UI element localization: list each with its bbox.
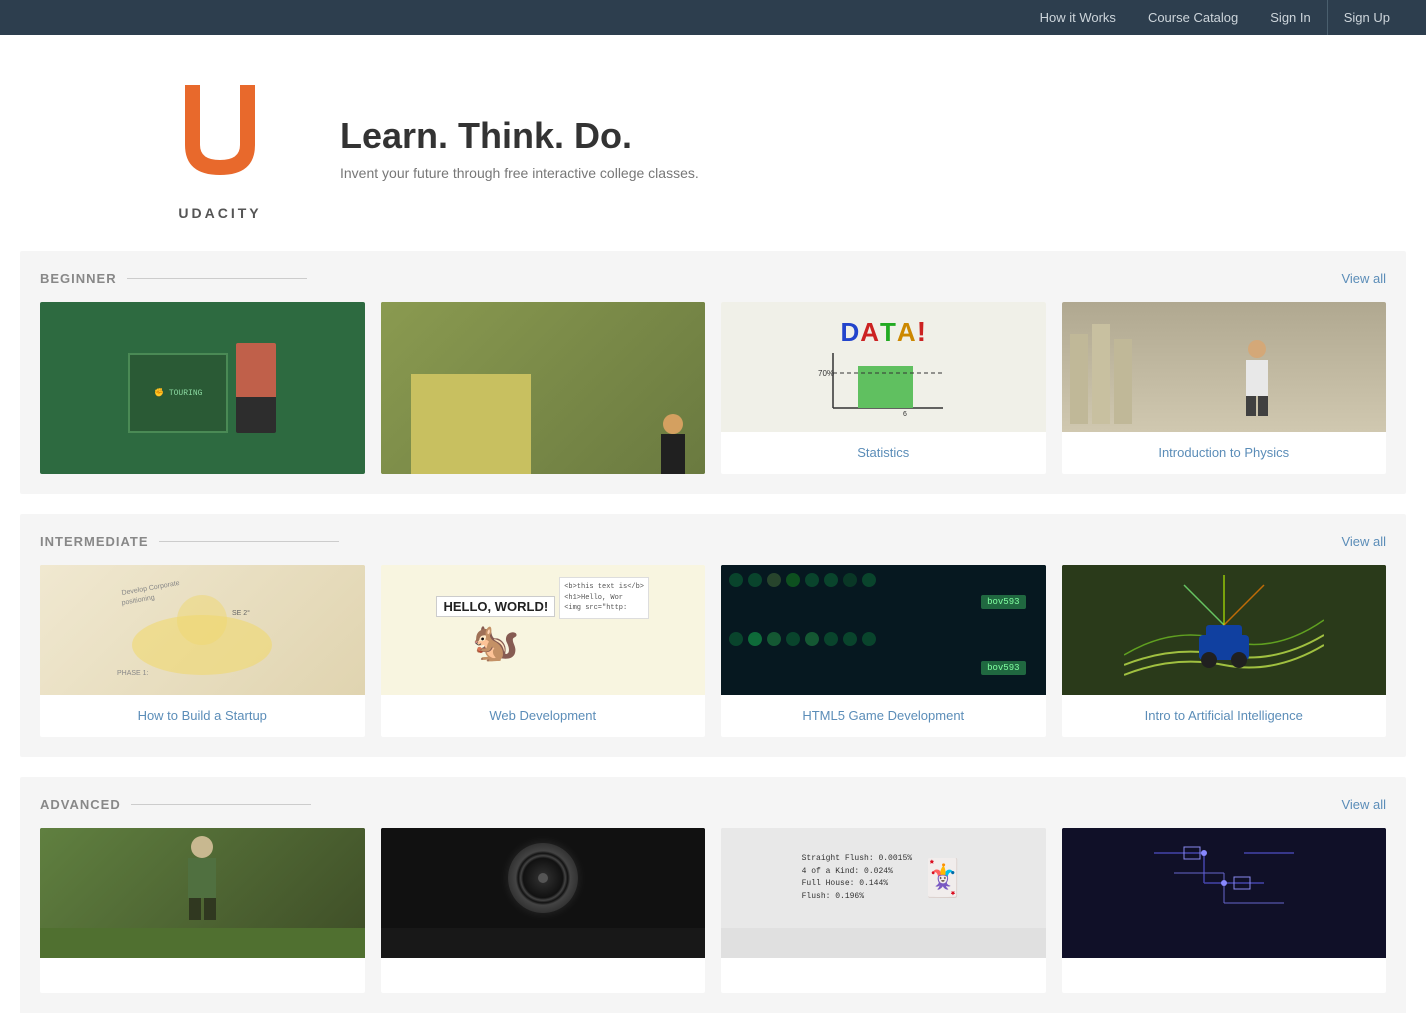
course-card-ai[interactable]: Intro to Artificial Intelligence (1062, 565, 1387, 737)
course-name-physics: Introduction to Physics (1062, 432, 1387, 474)
beginner-header: BEGINNER View all (40, 271, 1386, 286)
course-card-physics[interactable]: Introduction to Physics (1062, 302, 1387, 474)
course-card-cs[interactable]: ✊ TOURING Intro to Computer Science (40, 302, 365, 474)
course-card-adv3[interactable]: Straight Flush: 0.0015% 4 of a Kind: 0.0… (721, 828, 1046, 992)
course-card-webdev[interactable]: HELLO, WORLD! 🐿️ <b>this text is</b> <h1… (381, 565, 706, 737)
course-card-algebra[interactable]: College Algebra (381, 302, 706, 474)
hero-section: UDACITY Learn. Think. Do. Invent your fu… (0, 35, 1426, 251)
intermediate-title: INTERMEDIATE (40, 534, 339, 549)
course-card-startup[interactable]: Develop Corporate positioning SE 2° PHAS… (40, 565, 365, 737)
intermediate-view-all[interactable]: View all (1341, 534, 1386, 549)
beginner-view-all[interactable]: View all (1341, 271, 1386, 286)
intermediate-section: INTERMEDIATE View all Develop Corporate … (20, 514, 1406, 757)
nav-sign-in[interactable]: Sign In (1254, 0, 1326, 35)
course-card-stats[interactable]: D A T A ! 70% 6 Statist (721, 302, 1046, 474)
beginner-title: BEGINNER (40, 271, 307, 286)
nav-course-catalog[interactable]: Course Catalog (1132, 0, 1254, 35)
course-name-stats: Statistics (721, 432, 1046, 474)
hero-subtitle: Invent your future through free interact… (340, 165, 699, 181)
course-name-ai: Intro to Artificial Intelligence (1062, 695, 1387, 737)
course-name-html5: HTML5 Game Development (721, 695, 1046, 737)
course-card-adv2[interactable] (381, 828, 706, 992)
logo-name: UDACITY (178, 205, 261, 221)
beginner-course-grid: ✊ TOURING Intro to Computer Science (40, 302, 1386, 474)
course-name-adv2 (381, 958, 706, 992)
course-name-startup: How to Build a Startup (40, 695, 365, 737)
course-card-adv1[interactable] (40, 828, 365, 992)
advanced-section: ADVANCED View all (20, 777, 1406, 1012)
navbar: How it Works Course Catalog Sign In Sign… (0, 0, 1426, 35)
advanced-title: ADVANCED (40, 797, 311, 812)
advanced-view-all[interactable]: View all (1341, 797, 1386, 812)
advanced-header: ADVANCED View all (40, 797, 1386, 812)
course-name-adv3 (721, 958, 1046, 992)
hero-text: Learn. Think. Do. Invent your future thr… (320, 115, 699, 181)
course-card-adv4[interactable] (1062, 828, 1387, 992)
course-name-adv1 (40, 958, 365, 991)
intermediate-header: INTERMEDIATE View all (40, 534, 1386, 549)
svg-text:6: 6 (903, 411, 907, 418)
hero-tagline: Learn. Think. Do. (340, 115, 699, 157)
svg-text:SE 2°: SE 2° (232, 609, 250, 617)
advanced-course-grid: Straight Flush: 0.0015% 4 of a Kind: 0.0… (40, 828, 1386, 992)
svg-text:PHASE 1:: PHASE 1: (117, 670, 149, 677)
intermediate-course-grid: Develop Corporate positioning SE 2° PHAS… (40, 565, 1386, 737)
logo-icon (175, 75, 265, 201)
nav-how-it-works[interactable]: How it Works (1024, 0, 1132, 35)
course-name-adv4 (1062, 958, 1387, 992)
course-name-webdev: Web Development (381, 695, 706, 737)
logo-area: UDACITY (160, 75, 280, 221)
nav-sign-up[interactable]: Sign Up (1327, 0, 1406, 35)
course-card-html5[interactable]: bov593 bov593 HTML5 Game Development (721, 565, 1046, 737)
beginner-section: BEGINNER View all ✊ TOURING Intro to Com… (20, 251, 1406, 494)
svg-text:70%: 70% (818, 369, 834, 378)
